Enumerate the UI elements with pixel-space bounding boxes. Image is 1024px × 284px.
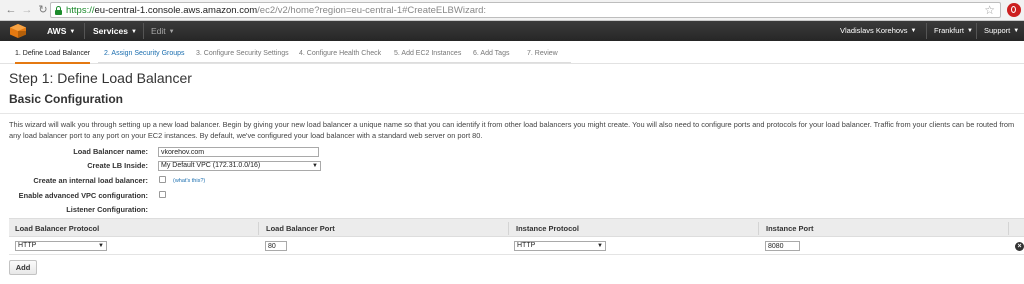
support-menu[interactable]: Support ▼ (984, 21, 1019, 41)
lock-icon (55, 6, 62, 15)
internal-lb-label: Create an internal load balancer: (33, 176, 148, 185)
header-divider (1008, 222, 1009, 235)
header-divider (758, 222, 759, 235)
tab-add-ec2-instances: 5. Add EC2 Instances (394, 50, 462, 57)
aws-logo-icon[interactable] (10, 24, 26, 38)
tab-assign-security-groups[interactable]: 2. Assign Security Groups (104, 50, 185, 62)
tab-configure-security-settings: 3. Configure Security Settings (196, 50, 289, 57)
aws-top-nav: AWS ▼ Services ▼ Edit ▼ Vladislavs Korehovs… (0, 21, 1024, 41)
advanced-vpc-label: Enable advanced VPC configuration: (18, 191, 148, 200)
lb-protocol-value: HTTP (18, 242, 37, 249)
header-divider (508, 222, 509, 235)
reload-icon[interactable]: ↻ (36, 3, 50, 17)
chevron-down-icon: ▼ (69, 29, 76, 35)
instance-port-input[interactable] (765, 241, 800, 251)
url-scheme: https:// (66, 5, 95, 16)
forward-arrow-icon[interactable]: → (20, 3, 34, 17)
add-listener-button[interactable]: Add (9, 260, 37, 275)
services-label: Services (93, 26, 128, 36)
header-lb-protocol: Load Balancer Protocol (15, 224, 100, 233)
chevron-down-icon: ▼ (967, 28, 973, 34)
lb-protocol-select[interactable]: HTTP ▼ (15, 241, 107, 251)
internal-lb-checkbox[interactable] (159, 176, 166, 183)
create-inside-select[interactable]: My Default VPC (172.31.0.0/16) ▼ (158, 161, 321, 171)
edit-label: Edit (151, 26, 166, 36)
header-instance-port: Instance Port (766, 224, 814, 233)
nav-divider (926, 23, 927, 39)
header-instance-protocol: Instance Protocol (516, 224, 579, 233)
create-inside-value: My Default VPC (172.31.0.0/16) (161, 162, 261, 169)
chevron-down-icon: ▼ (168, 29, 175, 35)
tab-review: 7. Review (527, 50, 558, 57)
back-arrow-icon[interactable]: ← (4, 3, 18, 17)
chevron-down-icon: ▼ (1013, 28, 1020, 34)
advanced-vpc-checkbox[interactable] (159, 191, 166, 198)
intro-text: This wizard will walk you through settin… (9, 120, 1015, 140)
tabs-underline (98, 62, 571, 63)
browser-toolbar: ← → ↻ https://eu-central-1.console.aws.a… (0, 0, 1024, 21)
opera-extension-icon[interactable] (1007, 3, 1021, 17)
bookmark-star-icon[interactable]: ☆ (984, 3, 995, 17)
lb-name-label: Load Balancer name: (73, 147, 148, 156)
whats-this-link[interactable]: (what's this?) (173, 178, 205, 184)
region-menu[interactable]: Frankfurt ▼ (934, 21, 973, 41)
instance-protocol-select[interactable]: HTTP ▼ (514, 241, 606, 251)
lb-name-input[interactable] (158, 147, 319, 157)
header-divider (258, 222, 259, 235)
tab-add-tags: 6. Add Tags (473, 50, 510, 57)
user-name: Vladislavs Korehovs (840, 26, 908, 35)
header-lb-port: Load Balancer Port (266, 224, 335, 233)
tab-configure-health-check: 4. Configure Health Check (299, 50, 382, 57)
aws-menu-label: AWS (47, 26, 67, 36)
dropdown-arrow-icon: ▼ (597, 243, 603, 249)
page-title: Step 1: Define Load Balancer (9, 70, 192, 86)
edit-menu[interactable]: Edit ▼ (151, 21, 175, 41)
nav-divider (976, 23, 977, 39)
create-inside-label: Create LB Inside: (87, 161, 148, 170)
listener-config-label: Listener Configuration: (66, 205, 148, 214)
instance-protocol-value: HTTP (517, 242, 536, 249)
user-menu[interactable]: Vladislavs Korehovs ▼ (840, 21, 917, 41)
wizard-steps: 1. Define Load Balancer 2. Assign Securi… (0, 41, 1024, 64)
dropdown-arrow-icon: ▼ (98, 243, 104, 249)
tab-define-load-balancer[interactable]: 1. Define Load Balancer (15, 50, 91, 64)
lb-port-input[interactable] (265, 241, 287, 251)
remove-listener-icon[interactable]: × (1015, 242, 1024, 251)
divider (0, 113, 1024, 114)
url-path: /ec2/v2/home?region=eu-central-1#CreateE… (257, 5, 487, 16)
url-host: eu-central-1.console.aws.amazon.com (94, 5, 258, 16)
services-menu[interactable]: Services ▼ (93, 21, 137, 41)
aws-menu[interactable]: AWS ▼ (47, 21, 75, 41)
support-label: Support (984, 26, 1011, 35)
chevron-down-icon: ▼ (130, 29, 137, 35)
nav-divider (84, 23, 85, 39)
listener-table-header: Load Balancer Protocol Load Balancer Por… (9, 218, 1024, 237)
chevron-down-icon: ▼ (910, 28, 917, 34)
address-bar[interactable]: https://eu-central-1.console.aws.amazon.… (50, 2, 1001, 18)
region-name: Frankfurt (934, 26, 965, 35)
section-title: Basic Configuration (9, 92, 124, 106)
dropdown-arrow-icon: ▼ (312, 163, 318, 169)
url-text[interactable]: https://eu-central-1.console.aws.amazon.… (66, 5, 486, 16)
nav-divider (143, 23, 144, 39)
